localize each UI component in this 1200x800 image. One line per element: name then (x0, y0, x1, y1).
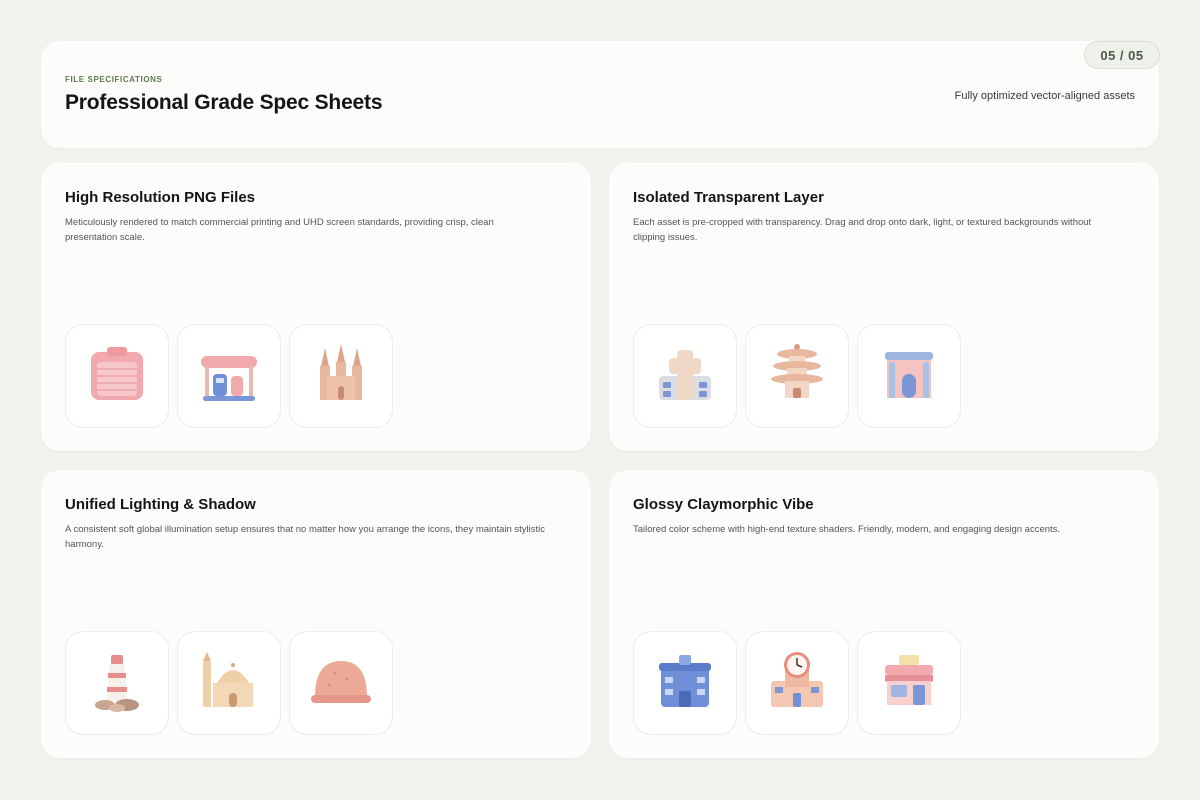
pagoda-icon (771, 344, 823, 398)
card-title: Unified Lighting & Shadow (65, 496, 256, 513)
header-card: FILE SPECIFICATIONS Professional Grade S… (41, 41, 1159, 148)
tile-cathedral[interactable] (289, 324, 393, 428)
dome-icon (311, 661, 371, 703)
mosque-icon (203, 652, 253, 707)
card-transparent-layer: Isolated Transparent Layer Each asset is… (609, 163, 1159, 451)
tile-garage[interactable] (65, 324, 169, 428)
tile-mosque[interactable] (177, 631, 281, 735)
tile-pagoda[interactable] (745, 324, 849, 428)
header-subtitle: Fully optimized vector-aligned assets (954, 90, 1135, 102)
card-description: Meticulously rendered to match commercia… (65, 217, 494, 243)
card-description: A consistent soft global illumination se… (65, 524, 546, 550)
hospital-icon (659, 350, 711, 400)
card-glossy-claymorphic: Glossy Claymorphic Vibe Tailored color s… (609, 470, 1159, 758)
icon-tiles (65, 324, 393, 428)
card-unified-lighting: Unified Lighting & Shadow A consistent s… (41, 470, 591, 758)
card-high-resolution: High Resolution PNG Files Meticulously r… (41, 163, 591, 451)
card-title: Isolated Transparent Layer (633, 189, 824, 206)
page-title: Professional Grade Spec Sheets (65, 91, 383, 114)
tile-lighthouse[interactable] (65, 631, 169, 735)
tile-clock-tower[interactable] (745, 631, 849, 735)
card-title: Glossy Claymorphic Vibe (633, 496, 814, 513)
museum-icon (885, 352, 933, 398)
icon-tiles (65, 631, 393, 735)
tile-gas-station[interactable] (177, 324, 281, 428)
police-station-icon (659, 655, 711, 707)
tile-hospital[interactable] (633, 324, 737, 428)
tile-police-station[interactable] (633, 631, 737, 735)
page-counter-badge: 05 / 05 (1084, 41, 1160, 69)
shop-icon (885, 655, 933, 705)
tile-shop[interactable] (857, 631, 961, 735)
cathedral-icon (320, 344, 362, 400)
card-description: Each asset is pre-cropped with transpare… (633, 217, 1092, 243)
tile-museum[interactable] (857, 324, 961, 428)
lighthouse-icon (95, 655, 139, 712)
tile-dome[interactable] (289, 631, 393, 735)
eyebrow-label: FILE SPECIFICATIONS (65, 75, 163, 84)
clock-tower-icon (771, 652, 823, 707)
icon-tiles (633, 324, 961, 428)
icon-tiles (633, 631, 961, 735)
card-description: Tailored color scheme with high-end text… (633, 524, 1061, 535)
garage-icon (91, 347, 143, 400)
gas-station-icon (201, 356, 257, 401)
card-title: High Resolution PNG Files (65, 189, 256, 206)
